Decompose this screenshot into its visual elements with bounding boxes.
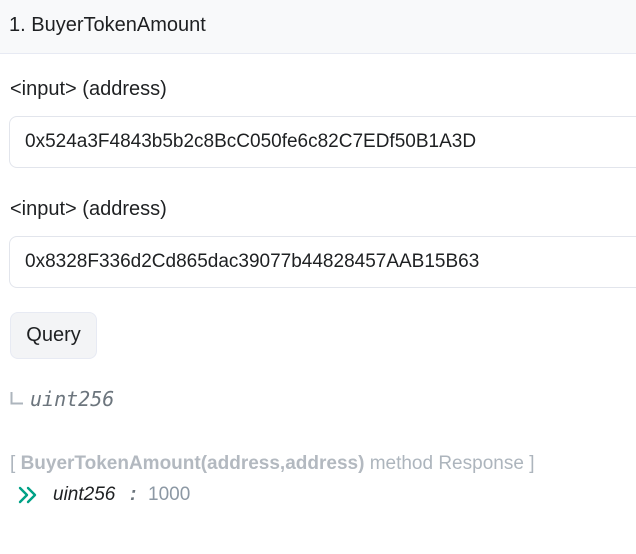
response-separator: : — [130, 484, 137, 505]
input-label-2: <input> (address) — [10, 198, 167, 220]
query-button[interactable]: Query — [10, 312, 97, 359]
response-result-value: 1000 — [148, 484, 191, 505]
return-type: uint256 — [30, 387, 115, 411]
method-header[interactable]: 1. BuyerTokenAmount — [0, 0, 636, 54]
double-chevron-right-icon — [18, 486, 38, 504]
address-input-1-value: 0x524a3F4843b5b2c8BcC050fe6c82C7EDf50B1A… — [25, 131, 477, 152]
address-input-1[interactable]: 0x524a3F4843b5b2c8BcC050fe6c82C7EDf50B1A… — [9, 116, 636, 168]
response-result-type: uint256 — [53, 484, 116, 505]
response-suffix: method Response — [369, 453, 524, 474]
corner-down-right-icon — [10, 392, 23, 405]
response-function-signature: BuyerTokenAmount(address,address) — [20, 453, 365, 474]
address-input-2[interactable]: 0x8328F336d2Cd865dac39077b44828457AAB15B… — [9, 236, 636, 288]
method-title: 1. BuyerTokenAmount — [9, 14, 206, 36]
address-input-2-value: 0x8328F336d2Cd865dac39077b44828457AAB15B… — [25, 251, 480, 272]
response-open-bracket: [ — [10, 453, 16, 474]
input-label-1: <input> (address) — [10, 78, 167, 100]
response-close-bracket: ] — [529, 453, 535, 474]
response-title: [ BuyerTokenAmount(address,address) meth… — [10, 452, 534, 476]
